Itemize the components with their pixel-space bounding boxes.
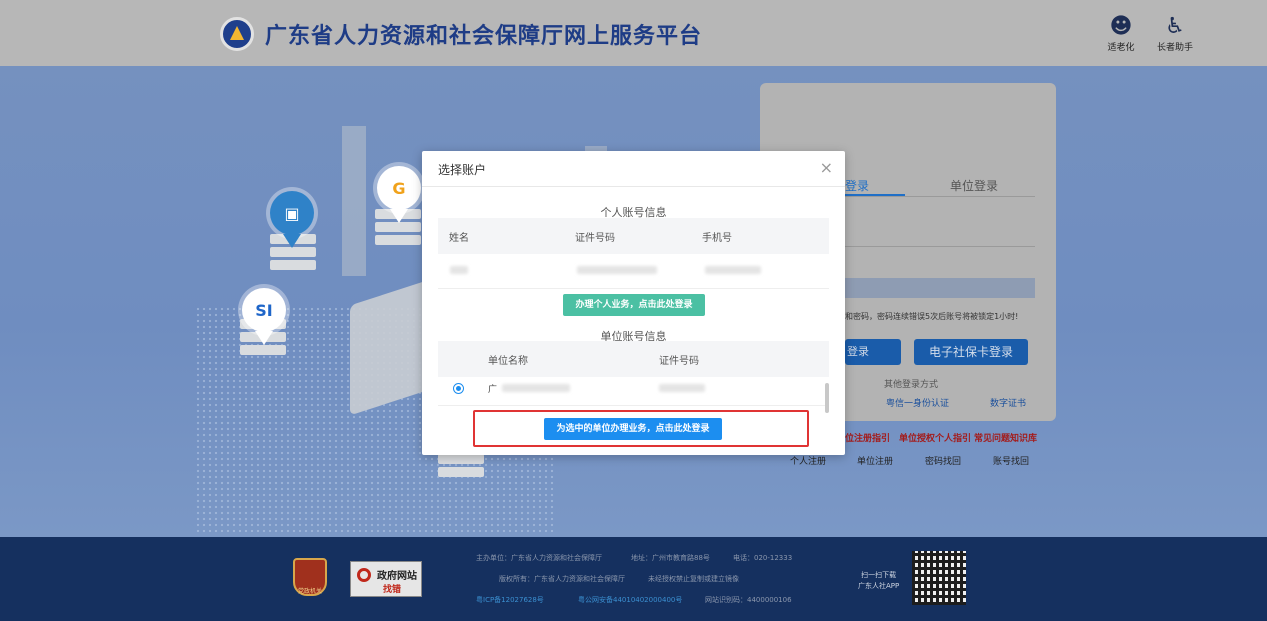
- footer-host: 主办单位：广东省人力资源和社会保障厅: [476, 554, 602, 562]
- elder-assistant-button[interactable]: ♿ 长者助手: [1150, 14, 1200, 53]
- footer-mirror-notice: 未经授权禁止复制或建立镜像: [648, 575, 739, 583]
- col-company-name: 单位名称: [488, 356, 528, 367]
- tab-personal-login[interactable]: 登录: [845, 177, 869, 194]
- top-header: 广东省人力资源和社会保障厅网上服务平台 ☻ 适老化 ♿ 长者助手: [0, 0, 1267, 66]
- company-register-link[interactable]: 单位注册: [857, 454, 893, 467]
- company-register-guide-link[interactable]: 位注册指引: [845, 431, 890, 444]
- find-error-label: 找错: [383, 585, 402, 595]
- company-table-scrollbar[interactable]: [825, 383, 829, 413]
- pin-decoration: [255, 331, 273, 345]
- company-row-divider: [438, 405, 829, 406]
- company-name-prefix: 广: [488, 385, 498, 395]
- company-select-radio[interactable]: [453, 383, 464, 394]
- guangdong-service-icon: G: [377, 166, 421, 210]
- personal-login-button[interactable]: 办理个人业务，点击此处登录: [563, 294, 705, 316]
- gov-site-label: 政府网站: [377, 571, 417, 582]
- captcha-input[interactable]: [845, 278, 1035, 298]
- footer-copyright: 版权所有：广东省人力资源和社会保障厅: [499, 575, 625, 583]
- account-recovery-link[interactable]: 账号找回: [993, 454, 1029, 467]
- footer-address: 地址：广州市教育路88号: [631, 554, 710, 562]
- qr-caption: 扫一扫下载 广东人社APP: [858, 570, 899, 592]
- close-icon[interactable]: ×: [820, 158, 833, 177]
- identity-auth-link[interactable]: 粤信一身份认证: [886, 396, 949, 409]
- pin-decoration: [390, 209, 408, 223]
- wheelchair-icon: ♿: [1165, 14, 1185, 39]
- gov-site-find-error-button[interactable]: 政府网站 找错: [350, 561, 422, 597]
- elder-friendly-button[interactable]: ☻ 适老化: [1096, 14, 1146, 53]
- dialog-title: 选择账户: [438, 163, 487, 177]
- redacted-company-id: [659, 384, 705, 392]
- account-input[interactable]: [845, 246, 1035, 247]
- elder-friendly-label: 适老化: [1107, 43, 1135, 53]
- ecard-login-button[interactable]: 电子社保卡登录: [914, 339, 1028, 365]
- col-id-number: 证件号码: [575, 233, 615, 244]
- highlight-box: [473, 410, 809, 447]
- qr-caption-line1: 扫一扫下载: [861, 571, 897, 579]
- emblem-label: 党政机关: [297, 588, 322, 595]
- site-title: 广东省人力资源和社会保障厅网上服务平台: [265, 24, 703, 49]
- col-name: 姓名: [449, 233, 469, 244]
- icp-link[interactable]: 粤ICP备12027628号: [476, 595, 544, 605]
- building-decoration: [342, 126, 366, 276]
- other-methods-label: 其他登录方式: [884, 380, 939, 390]
- tab-company-login[interactable]: 单位登录: [950, 177, 998, 194]
- company-auth-guide-link[interactable]: 单位授权个人指引: [899, 431, 971, 444]
- site-code: 网站识别码：4400000106: [705, 596, 792, 604]
- personal-table-header: 姓名 证件号码 手机号: [438, 218, 829, 254]
- social-insurance-badge-text: SI: [255, 300, 273, 320]
- social-insurance-icon: SI: [242, 288, 286, 332]
- company-table-header: 单位名称 证件号码: [438, 341, 829, 377]
- qr-caption-line2: 广东人社APP: [858, 582, 900, 590]
- magnifier-icon: [357, 568, 371, 582]
- elder-friendly-icon: ☻: [1109, 14, 1133, 39]
- app-qr-code: [912, 551, 966, 605]
- lockout-hint: 和密码，密码连续错误5次后账号将被锁定1小时!: [845, 312, 1019, 321]
- footer: 主办单位：广东省人力资源和社会保障厅 地址：广州市教育路88号 电话：020-1…: [0, 537, 1267, 621]
- redacted-company-name: [502, 384, 570, 392]
- briefcase-icon: ▣: [270, 191, 314, 235]
- col-company-id: 证件号码: [659, 356, 699, 367]
- login-button[interactable]: 登录: [845, 339, 901, 365]
- tab-divider: [845, 196, 1035, 197]
- department-logo-icon: [220, 17, 254, 51]
- party-gov-emblem-icon[interactable]: 党政机关: [293, 558, 327, 596]
- guangdong-service-badge-text: G: [392, 178, 406, 198]
- personal-row-divider: [438, 288, 829, 289]
- elder-assistant-label: 长者助手: [1156, 43, 1193, 53]
- footer-phone: 电话：020-12333: [733, 554, 793, 562]
- password-recovery-link[interactable]: 密码找回: [925, 454, 961, 467]
- police-record-link[interactable]: 粤公网安备44010402000400号: [578, 595, 682, 605]
- faq-link[interactable]: 常见问题知识库: [974, 431, 1037, 444]
- pin-decoration: [283, 234, 301, 248]
- redacted-name: [450, 266, 468, 274]
- digital-cert-link[interactable]: 数字证书: [990, 396, 1026, 409]
- col-phone: 手机号: [702, 233, 732, 244]
- personal-register-link[interactable]: 个人注册: [790, 454, 826, 467]
- redacted-id: [577, 266, 657, 274]
- redacted-phone: [705, 266, 761, 274]
- dialog-divider: [422, 186, 845, 187]
